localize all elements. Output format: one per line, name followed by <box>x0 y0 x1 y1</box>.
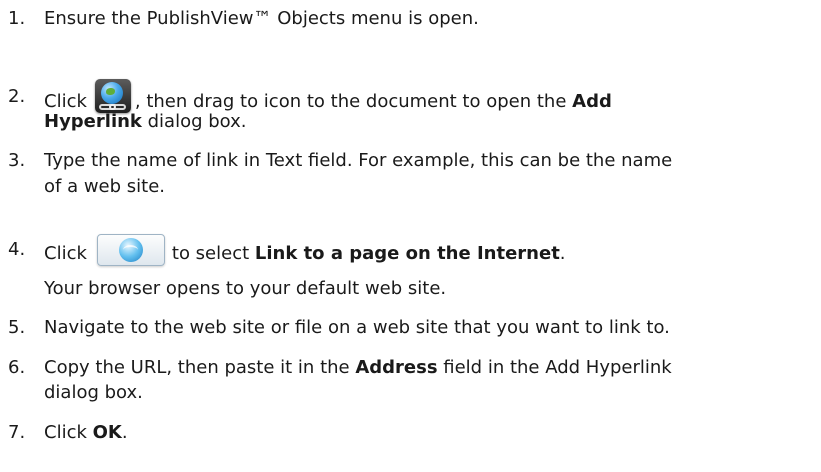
step-text: dialog box. <box>44 382 143 403</box>
step-text: Navigate to the web site or file on a we… <box>44 317 670 338</box>
step-text: Click to select Link to a page on the Int… <box>44 234 819 270</box>
step-text-part: Copy the URL, then paste it in the <box>44 357 356 378</box>
step-text: Ensure the PublishView™ Objects menu is … <box>44 8 479 29</box>
step-number: 5. <box>8 317 26 338</box>
step-bold-text: Address <box>355 357 438 378</box>
step-bold-text: Link to a page on the Internet <box>254 243 560 264</box>
step-text-part: . <box>121 422 128 443</box>
step-text-part: Click <box>44 243 87 264</box>
step-number: 1. <box>8 8 26 29</box>
step-bold-text: Add <box>572 91 612 112</box>
instruction-list: 1. Ensure the PublishView™ Objects menu … <box>0 0 821 472</box>
step-text: Type the name of link in Text field. For… <box>44 150 673 171</box>
step-number: 4. <box>8 239 26 260</box>
step-number: 2. <box>8 86 26 107</box>
step-text-part: . <box>559 243 566 264</box>
step-text: of a web site. <box>44 176 165 197</box>
step-text-part: Click <box>44 422 93 443</box>
step-text-part: field in the Add Hyperlink <box>437 357 672 378</box>
step-text-part: dialog box. <box>141 111 247 132</box>
step-text-part: to select <box>171 243 255 264</box>
step-number: 6. <box>8 357 26 378</box>
globe-hyperlink-icon[interactable] <box>94 79 131 113</box>
globe-link-button-icon[interactable] <box>96 234 165 266</box>
step-bold-text: OK <box>92 422 122 443</box>
step-text-part: Click <box>44 91 87 112</box>
step-text: Hyperlink dialog box. <box>44 110 819 133</box>
step-text: Click OK. <box>44 421 819 444</box>
step-text-part: , then drag to icon to the document to o… <box>134 91 573 112</box>
step-result-text: Your browser opens to your default web s… <box>44 278 447 299</box>
step-number: 7. <box>8 422 26 443</box>
step-text: Copy the URL, then paste it in the Addre… <box>44 356 819 379</box>
step-bold-text: Hyperlink <box>44 111 142 132</box>
step-number: 3. <box>8 150 26 171</box>
